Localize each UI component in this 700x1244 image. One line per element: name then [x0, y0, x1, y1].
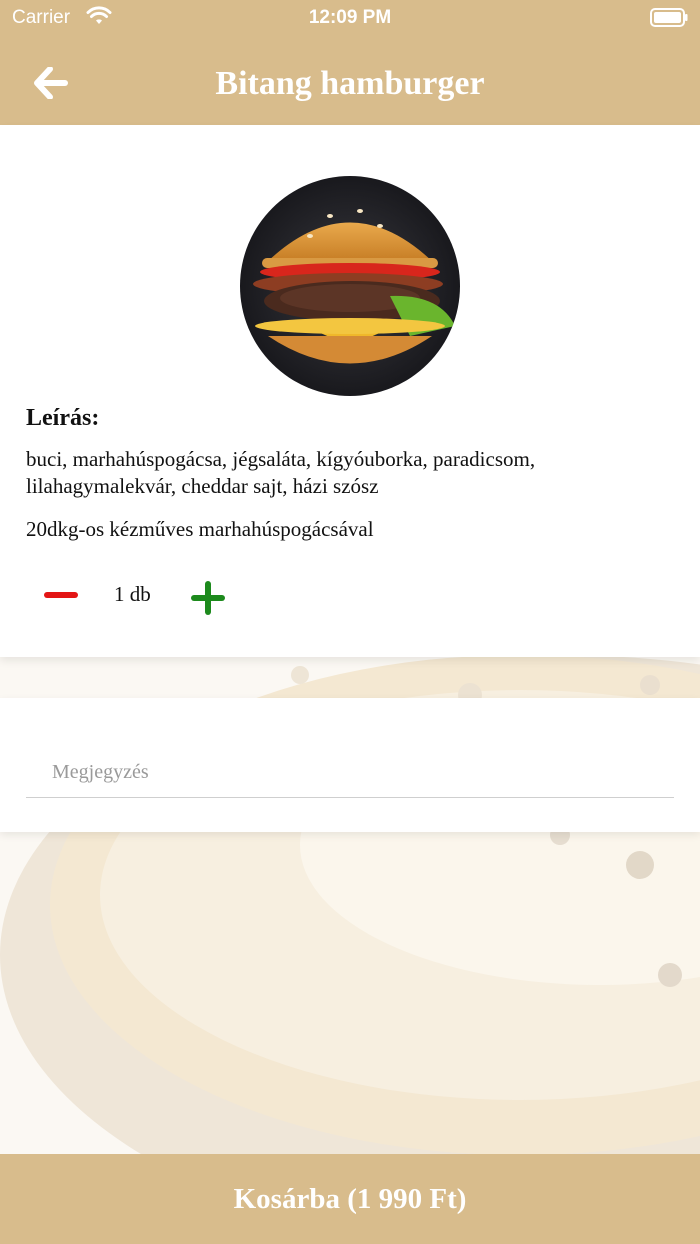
back-button[interactable] — [30, 62, 72, 104]
product-card: Leírás: buci, marhahúspogácsa, jégsaláta… — [0, 125, 700, 657]
battery-icon — [650, 8, 688, 27]
clock: 12:09 PM — [308, 7, 392, 28]
add-to-cart-button[interactable]: Kosárba (1 990 Ft) — [0, 1154, 700, 1244]
arrow-left-icon — [34, 67, 68, 99]
status-bar: Carrier 12:09 PM — [0, 0, 700, 36]
add-to-cart-label: Kosárba (1 990 Ft) — [233, 1182, 467, 1215]
product-subtitle: 20dkg-os kézműves marhahúspogácsával — [26, 517, 374, 541]
note-panel — [0, 698, 700, 832]
description-heading: Leírás: — [26, 405, 100, 431]
hamburger-photo — [240, 176, 460, 396]
description-text: buci, marhahúspogácsa, jégsaláta, kígyóu… — [26, 447, 536, 498]
quantity-value: 1 db — [114, 582, 151, 606]
top-bar: Carrier 12:09 PM Bitang hamburger — [0, 0, 700, 125]
plus-icon-vertical — [205, 581, 211, 615]
increase-quantity-button[interactable] — [188, 578, 228, 618]
minus-icon — [44, 592, 78, 598]
note-input[interactable] — [26, 748, 674, 798]
decrease-quantity-button[interactable] — [40, 579, 82, 611]
page-title: Bitang hamburger — [215, 65, 485, 102]
